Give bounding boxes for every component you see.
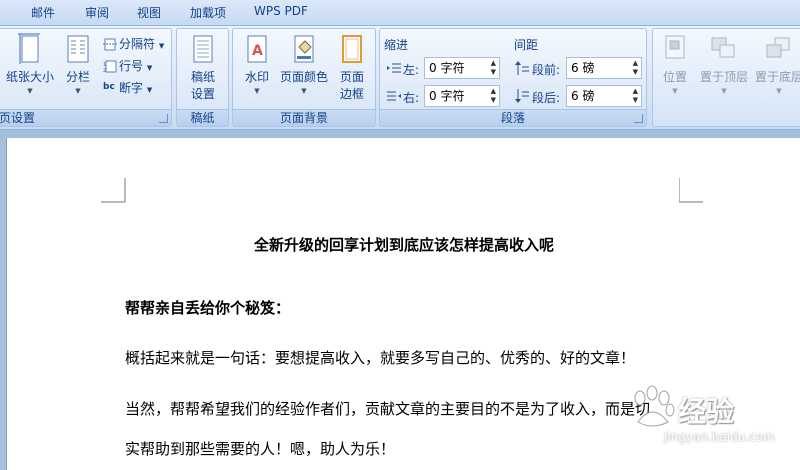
tab-wps-pdf[interactable]: WPS PDF bbox=[254, 4, 308, 18]
dialog-launcher-icon[interactable] bbox=[159, 114, 168, 123]
bring-to-front-button[interactable]: 置于顶层 ▼ bbox=[698, 33, 750, 95]
watermark-brand: 经验 bbox=[678, 395, 735, 428]
columns-button[interactable]: 分栏 ▼ bbox=[63, 33, 93, 95]
hyphenation-label: 断字 bbox=[119, 81, 144, 95]
bring-to-front-label: 置于顶层 bbox=[699, 70, 748, 84]
chevron-down-icon: ▼ bbox=[75, 87, 81, 95]
paper-size-button[interactable]: 纸张大小 ▼ bbox=[3, 33, 57, 95]
indent-left-icon bbox=[387, 63, 401, 73]
paint-bucket-icon bbox=[294, 35, 314, 63]
hyphenation-button[interactable]: bc 断字 ▼ bbox=[103, 79, 152, 96]
spin-arrows-icon[interactable]: ▲ ▼ bbox=[491, 59, 496, 77]
position-label: 位置 bbox=[662, 70, 687, 84]
chevron-down-icon: ▼ bbox=[776, 87, 782, 95]
breaks-icon bbox=[103, 38, 117, 51]
group-arrange: 位置 ▼ 置于顶层 ▼ 置于底层 ▼ bbox=[652, 28, 800, 127]
watermark-url: jingyan.baidu.com bbox=[664, 430, 775, 444]
group-draft-paper: 稿纸 设置 稿纸 bbox=[176, 28, 229, 127]
group-page-setup: 纸张大小 ▼ 分栏 ▼ 分隔符 ▼ 1 2 行号 ▼ bc 断字 ▼ 页设置 bbox=[0, 28, 172, 127]
document-paragraph-2-line-1: 当然，帮帮希望我们的经验作者们，贡献文章的主要目的不是为了收入，而是切 bbox=[125, 400, 651, 418]
spacing-after-icon bbox=[515, 89, 529, 103]
draft-paper-settings-button[interactable]: 稿纸 设置 bbox=[184, 33, 222, 102]
group-page-background: A 水印 ▼ 页面颜色 ▼ 页面 边框 页面背景 bbox=[232, 28, 376, 127]
spacing-after-value: 6 磅 bbox=[571, 89, 595, 103]
page-borders-icon bbox=[342, 35, 362, 63]
indent-right-label: 右: bbox=[403, 91, 420, 105]
watermark-icon: A bbox=[247, 35, 267, 63]
spacing-after-label: 段后: bbox=[532, 91, 561, 105]
dialog-launcher-icon[interactable] bbox=[634, 114, 643, 123]
spacing-before-label: 段前: bbox=[532, 63, 561, 77]
spacing-after-input[interactable]: 6 磅 ▲ ▼ bbox=[566, 85, 642, 107]
chevron-down-icon: ▼ bbox=[672, 87, 678, 95]
document-heading: 帮帮亲自丢给你个秘笈： bbox=[125, 299, 291, 317]
line-numbers-button[interactable]: 1 2 行号 ▼ bbox=[103, 57, 152, 74]
chevron-down-icon: ▼ bbox=[254, 87, 260, 95]
margin-corner-top-left bbox=[101, 178, 126, 203]
page-color-label: 页面颜色 bbox=[279, 70, 328, 84]
send-to-back-button[interactable]: 置于底层 ▼ bbox=[753, 33, 800, 95]
breaks-label: 分隔符 bbox=[119, 37, 156, 51]
spin-arrows-icon[interactable]: ▲ ▼ bbox=[491, 87, 496, 105]
line-numbers-label: 行号 bbox=[119, 59, 144, 73]
page-borders-label-line1: 页面 bbox=[339, 70, 364, 84]
draft-paper-icon bbox=[193, 35, 213, 63]
columns-icon bbox=[67, 35, 89, 63]
svg-text:2: 2 bbox=[103, 68, 106, 73]
group-page-setup-label: 页设置 bbox=[0, 109, 171, 126]
group-paragraph-label: 段落 bbox=[380, 109, 646, 126]
ribbon: 纸张大小 ▼ 分栏 ▼ 分隔符 ▼ 1 2 行号 ▼ bc 断字 ▼ 页设置 稿… bbox=[0, 26, 800, 130]
indent-right-input[interactable]: 0 字符 ▲ ▼ bbox=[424, 85, 500, 107]
send-to-back-icon bbox=[766, 37, 790, 58]
tab-review[interactable]: 审阅 bbox=[85, 4, 109, 21]
breaks-button[interactable]: 分隔符 ▼ bbox=[103, 35, 164, 52]
spacing-before-input[interactable]: 6 磅 ▲ ▼ bbox=[566, 57, 642, 79]
indent-left-label: 左: bbox=[403, 63, 420, 77]
document-title: 全新升级的回享计划到底应该怎样提高收入呢 bbox=[253, 236, 554, 254]
send-to-back-label: 置于底层 bbox=[754, 70, 800, 84]
draft-paper-label-line1: 稿纸 bbox=[190, 70, 215, 84]
margin-corner-top-right bbox=[679, 178, 703, 203]
bring-to-front-icon bbox=[711, 37, 735, 58]
indent-right-icon bbox=[387, 91, 401, 101]
document-paragraph-2-line-2: 实帮助到那些需要的人！嗯，助人为乐！ bbox=[125, 440, 396, 458]
paw-logo-icon bbox=[634, 385, 675, 427]
columns-label: 分栏 bbox=[65, 70, 90, 84]
indent-left-input[interactable]: 0 字符 ▲ ▼ bbox=[424, 57, 500, 79]
spacing-before-value: 6 磅 bbox=[571, 61, 595, 75]
watermark-button[interactable]: A 水印 ▼ bbox=[238, 33, 276, 95]
svg-text:A: A bbox=[252, 43, 263, 59]
chevron-down-icon: ▼ bbox=[721, 87, 727, 95]
chevron-down-icon: ▼ bbox=[301, 87, 307, 95]
site-watermark: 经验 jingyan.baidu.com bbox=[610, 380, 800, 470]
document-paragraph-1: 概括起来就是一句话：要想提高收入，就要多写自己的、优秀的、好的文章！ bbox=[125, 349, 636, 367]
paper-size-icon bbox=[18, 33, 40, 64]
position-icon bbox=[665, 35, 685, 59]
spacing-header: 间距 bbox=[514, 38, 539, 52]
group-paragraph: 缩进 间距 左: 0 字符 ▲ ▼ 右: 0 字符 ▲ ▼ 段前: 6 磅 ▲ ▼ bbox=[379, 28, 647, 127]
tab-add-ins[interactable]: 加载项 bbox=[190, 4, 226, 21]
tab-mailings[interactable]: 邮件 bbox=[31, 4, 55, 21]
indent-header: 缩进 bbox=[384, 38, 409, 52]
group-draft-paper-label: 稿纸 bbox=[177, 109, 228, 126]
tab-view[interactable]: 视图 bbox=[137, 4, 161, 21]
spin-arrows-icon[interactable]: ▲ ▼ bbox=[633, 59, 638, 77]
page-color-button[interactable]: 页面颜色 ▼ bbox=[277, 33, 331, 95]
line-numbers-icon: 12 bbox=[103, 60, 117, 73]
chevron-down-icon: ▼ bbox=[27, 87, 33, 95]
indent-left-value: 0 字符 bbox=[429, 61, 465, 75]
ribbon-tab-bar: 邮件 审阅 视图 加载项 WPS PDF bbox=[0, 0, 800, 26]
paper-size-label: 纸张大小 bbox=[5, 70, 54, 84]
spacing-before-icon bbox=[515, 61, 529, 75]
hyphenation-icon: bc bbox=[103, 82, 115, 92]
page-borders-button[interactable]: 页面 边框 bbox=[333, 33, 371, 102]
group-page-background-label: 页面背景 bbox=[233, 109, 375, 126]
spin-arrows-icon[interactable]: ▲ ▼ bbox=[633, 87, 638, 105]
indent-right-value: 0 字符 bbox=[429, 89, 465, 103]
page-borders-label-line2: 边框 bbox=[339, 87, 364, 101]
draft-paper-label-line2: 设置 bbox=[190, 87, 215, 101]
watermark-label: 水印 bbox=[244, 70, 269, 84]
position-button[interactable]: 位置 ▼ bbox=[659, 33, 691, 95]
